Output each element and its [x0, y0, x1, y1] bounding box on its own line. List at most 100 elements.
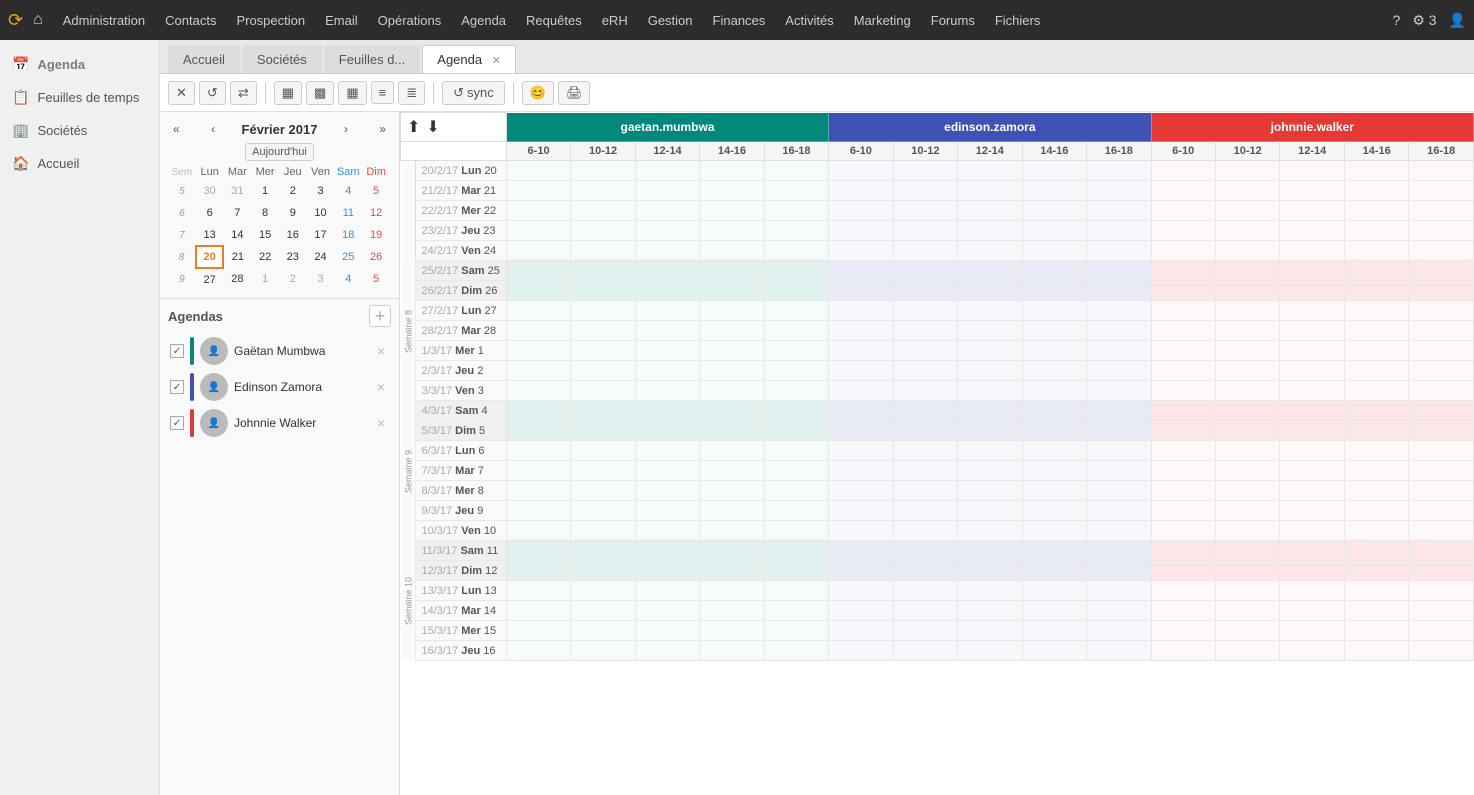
time-slot-cell[interactable] — [506, 441, 570, 461]
cal-day-cell[interactable]: 19 — [362, 224, 390, 246]
cal-day-cell[interactable]: 27 — [196, 268, 224, 290]
time-slot-cell[interactable] — [1151, 301, 1215, 321]
cal-grid-container[interactable]: ⬆⬇gaetan.mumbwaedinson.zamorajohnnie.wal… — [400, 112, 1474, 795]
time-slot-cell[interactable] — [893, 441, 957, 461]
person-remove-0[interactable]: × — [373, 343, 389, 359]
time-slot-cell[interactable] — [958, 461, 1022, 481]
time-slot-cell[interactable] — [1344, 421, 1408, 441]
time-slot-cell[interactable] — [829, 641, 893, 661]
week-num-cell[interactable]: 5 — [168, 180, 196, 202]
time-slot-cell[interactable] — [1215, 561, 1279, 581]
time-slot-cell[interactable] — [1087, 241, 1151, 261]
time-slot-cell[interactable] — [893, 261, 957, 281]
time-slot-cell[interactable] — [506, 181, 570, 201]
time-slot-cell[interactable] — [571, 221, 635, 241]
time-slot-cell[interactable] — [1344, 181, 1408, 201]
cal-day-cell[interactable]: 22 — [251, 246, 279, 268]
time-slot-cell[interactable] — [635, 201, 699, 221]
settings-icon[interactable]: ⚙ 3 — [1412, 12, 1436, 29]
time-slot-cell[interactable] — [1022, 281, 1086, 301]
person-remove-2[interactable]: × — [373, 415, 389, 431]
time-slot-cell[interactable] — [700, 621, 764, 641]
nav-operations[interactable]: Opérations — [368, 0, 452, 40]
time-slot-cell[interactable] — [1280, 441, 1344, 461]
view-list-button[interactable]: ≡ — [371, 81, 395, 104]
nav-email[interactable]: Email — [315, 0, 368, 40]
time-slot-cell[interactable] — [1022, 221, 1086, 241]
time-slot-cell[interactable] — [1151, 161, 1215, 181]
time-slot-cell[interactable] — [1280, 481, 1344, 501]
cal-day-cell[interactable]: 8 — [251, 202, 279, 224]
view-day-button[interactable]: ▦ — [274, 81, 302, 105]
sidebar-item-accueil[interactable]: 🏠 Accueil — [0, 147, 159, 180]
time-slot-cell[interactable] — [1022, 261, 1086, 281]
cal-day-cell[interactable]: 24 — [307, 246, 335, 268]
time-slot-cell[interactable] — [1087, 621, 1151, 641]
prev-prev-nav[interactable]: « — [168, 120, 185, 138]
week-num-cell[interactable]: 6 — [168, 202, 196, 224]
time-slot-cell[interactable] — [506, 581, 570, 601]
download-icon[interactable]: ⬇ — [426, 119, 439, 136]
cal-day-cell[interactable]: 6 — [196, 202, 224, 224]
tab-close-icon[interactable]: ✕ — [492, 55, 501, 67]
time-slot-cell[interactable] — [700, 281, 764, 301]
nav-prospection[interactable]: Prospection — [226, 0, 315, 40]
time-slot-cell[interactable] — [829, 521, 893, 541]
cal-day-cell[interactable]: 5 — [362, 180, 390, 202]
time-slot-cell[interactable] — [829, 541, 893, 561]
time-slot-cell[interactable] — [764, 361, 828, 381]
time-slot-cell[interactable] — [1022, 521, 1086, 541]
time-slot-cell[interactable] — [1344, 601, 1408, 621]
time-slot-cell[interactable] — [1022, 441, 1086, 461]
print-button[interactable]: 🖨 — [558, 81, 591, 105]
add-agenda-button[interactable]: + — [369, 305, 391, 327]
time-slot-cell[interactable] — [1344, 221, 1408, 241]
time-slot-cell[interactable] — [1151, 421, 1215, 441]
time-slot-cell[interactable] — [893, 361, 957, 381]
time-slot-cell[interactable] — [1215, 301, 1279, 321]
time-slot-cell[interactable] — [571, 361, 635, 381]
time-slot-cell[interactable] — [829, 481, 893, 501]
time-slot-cell[interactable] — [1151, 461, 1215, 481]
time-slot-cell[interactable] — [506, 361, 570, 381]
time-slot-cell[interactable] — [1344, 561, 1408, 581]
cal-day-cell[interactable]: 31 — [223, 180, 251, 202]
time-slot-cell[interactable] — [506, 201, 570, 221]
time-slot-cell[interactable] — [1215, 541, 1279, 561]
time-slot-cell[interactable] — [958, 541, 1022, 561]
time-slot-cell[interactable] — [571, 201, 635, 221]
time-slot-cell[interactable] — [571, 561, 635, 581]
user-icon[interactable]: 👤 — [1449, 12, 1466, 29]
time-slot-cell[interactable] — [1280, 181, 1344, 201]
time-slot-cell[interactable] — [958, 521, 1022, 541]
cal-day-cell[interactable]: 16 — [279, 224, 307, 246]
time-slot-cell[interactable] — [829, 561, 893, 581]
time-slot-cell[interactable] — [1087, 301, 1151, 321]
help-icon[interactable]: ? — [1393, 12, 1401, 28]
time-slot-cell[interactable] — [506, 501, 570, 521]
time-slot-cell[interactable] — [1280, 501, 1344, 521]
time-slot-cell[interactable] — [958, 241, 1022, 261]
time-slot-cell[interactable] — [571, 161, 635, 181]
time-slot-cell[interactable] — [764, 461, 828, 481]
time-slot-cell[interactable] — [893, 541, 957, 561]
time-slot-cell[interactable] — [1215, 641, 1279, 661]
time-slot-cell[interactable] — [700, 301, 764, 321]
time-slot-cell[interactable] — [700, 381, 764, 401]
cal-day-cell[interactable]: 9 — [279, 202, 307, 224]
time-slot-cell[interactable] — [571, 481, 635, 501]
time-slot-cell[interactable] — [700, 201, 764, 221]
time-slot-cell[interactable] — [700, 401, 764, 421]
time-slot-cell[interactable] — [1409, 421, 1474, 441]
time-slot-cell[interactable] — [506, 521, 570, 541]
time-slot-cell[interactable] — [571, 181, 635, 201]
time-slot-cell[interactable] — [700, 241, 764, 261]
time-slot-cell[interactable] — [958, 441, 1022, 461]
time-slot-cell[interactable] — [1151, 581, 1215, 601]
time-slot-cell[interactable] — [764, 441, 828, 461]
time-slot-cell[interactable] — [571, 461, 635, 481]
time-slot-cell[interactable] — [764, 201, 828, 221]
nav-activites[interactable]: Activités — [775, 0, 843, 40]
time-slot-cell[interactable] — [1344, 521, 1408, 541]
tab-agenda[interactable]: Agenda ✕ — [422, 45, 516, 73]
